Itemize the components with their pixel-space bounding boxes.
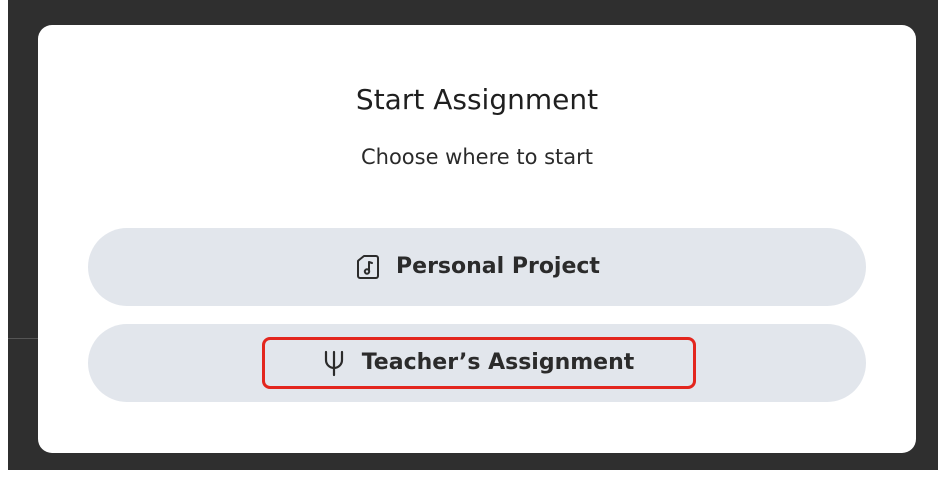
start-assignment-dialog: Start Assignment Choose where to start P…: [38, 25, 916, 453]
dialog-title: Start Assignment: [355, 83, 599, 116]
personal-project-button[interactable]: Personal Project: [88, 228, 866, 306]
teachers-assignment-button[interactable]: Teacher’s Assignment: [88, 324, 866, 402]
music-file-icon: [354, 253, 382, 281]
teachers-assignment-label: Teacher’s Assignment: [361, 350, 635, 375]
dialog-subtitle: Choose where to start: [360, 145, 594, 169]
personal-project-label: Personal Project: [396, 254, 600, 279]
trident-icon: [320, 349, 348, 377]
backdrop-divider: [8, 338, 38, 339]
